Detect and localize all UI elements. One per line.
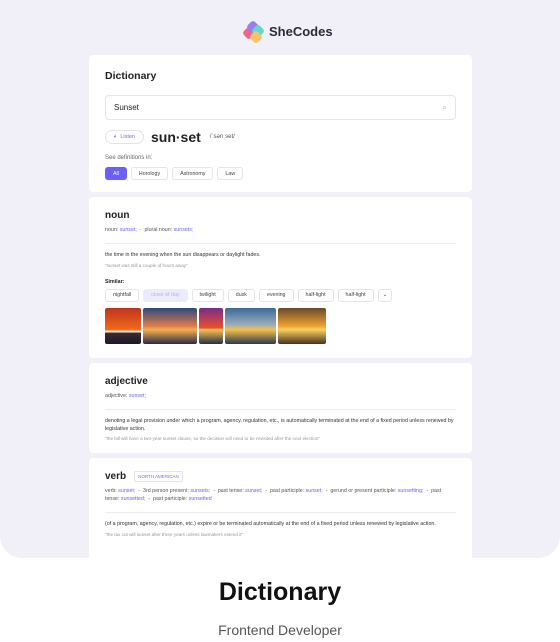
word-forms: verb: sunset; - 3rd person present: suns…	[105, 488, 442, 502]
example: "sunset was still a couple of hours away…	[105, 262, 188, 268]
sunset-image[interactable]	[278, 307, 326, 344]
form-link[interactable]: sunset;	[129, 393, 146, 399]
divider	[105, 511, 456, 513]
sunset-image[interactable]	[199, 307, 223, 344]
pos-heading: verb	[105, 471, 127, 482]
similar-label: Similar:	[105, 278, 125, 285]
project-title: Dictionary	[218, 578, 342, 606]
form-link[interactable]: sunsets;	[174, 227, 194, 233]
filter-all[interactable]: All	[105, 167, 127, 180]
headword: sun·set	[151, 129, 201, 145]
similar-chip[interactable]: half-light	[337, 288, 374, 302]
definition: denoting a legal provision under which a…	[105, 417, 454, 432]
search-card: Dictionary Sunset ⌕ 🔈︎ Listen sun·set /ˈs…	[89, 55, 472, 192]
form-link[interactable]: sunset;	[306, 488, 323, 494]
shecodes-logo-icon	[241, 19, 266, 45]
form-link[interactable]: sunsetting;	[398, 488, 424, 494]
similar-chip[interactable]: evening	[258, 288, 294, 302]
chevron-down-icon[interactable]: ⌄	[377, 288, 393, 302]
similar-chip[interactable]: dusk	[227, 288, 255, 302]
form-label: past tense:	[217, 488, 244, 494]
form-label: 3rd person present:	[143, 488, 189, 494]
search-input[interactable]: Sunset ⌕	[105, 95, 456, 120]
divider	[105, 408, 456, 410]
speaker-icon: 🔈︎	[114, 133, 118, 140]
example: "the tax cut will sunset after three yea…	[105, 531, 244, 537]
filter-astronomy[interactable]: Astronomy	[172, 167, 214, 180]
region-badge: NORTH AMERICAN	[134, 471, 183, 482]
form-link[interactable]: sunset;	[245, 488, 262, 494]
phonetic: /ˈsənˌset/	[209, 134, 235, 140]
similar-chip[interactable]: half-light	[297, 288, 334, 302]
form-link[interactable]: sunsets;	[190, 488, 210, 494]
form-label: plural noun:	[144, 227, 173, 233]
form-label: verb:	[105, 488, 117, 494]
brand-logo: SheCodes	[241, 19, 333, 45]
form-label: noun:	[105, 227, 119, 233]
listen-button[interactable]: 🔈︎ Listen	[105, 130, 144, 144]
form-label: past participle:	[153, 495, 188, 502]
word-forms: noun: sunset; - plural noun: sunsets;	[105, 227, 194, 233]
project-subtitle: Frontend Developer	[218, 622, 342, 638]
pos-heading: noun	[105, 210, 130, 221]
sunset-image[interactable]	[143, 307, 197, 344]
adjective-card: adjective adjective: sunset; denoting a …	[89, 363, 472, 453]
form-link[interactable]: sunset;	[120, 227, 137, 233]
similar-chip[interactable]: twilight	[191, 288, 224, 302]
form-link[interactable]: sunsetted;	[121, 496, 145, 502]
sunset-image[interactable]	[105, 307, 141, 344]
definition: the time in the evening when the sun dis…	[105, 251, 261, 258]
form-link[interactable]: sunset;	[118, 488, 135, 494]
similar-chip[interactable]: close of day	[143, 288, 188, 302]
pos-heading: adjective	[105, 376, 148, 387]
app-stage: SheCodes Dictionary Sunset ⌕ 🔈︎ Listen su…	[0, 0, 560, 558]
search-icon[interactable]: ⌕	[442, 102, 447, 113]
form-label: past participle:	[269, 488, 305, 494]
form-label: adjective:	[105, 393, 128, 399]
word-forms: adjective: sunset;	[105, 393, 456, 401]
form-label: gerund or present participle:	[330, 488, 397, 494]
listen-label: Listen	[120, 134, 135, 140]
form-link[interactable]: sunsetted	[189, 496, 212, 502]
divider	[105, 242, 456, 244]
similar-chip[interactable]: nightfall	[105, 288, 140, 302]
filter-horology[interactable]: Horology	[130, 167, 169, 180]
see-definitions-label: See definitions in:	[105, 155, 153, 161]
search-value: Sunset	[114, 103, 139, 112]
definition: (of a program, agency, regulation, etc.)…	[105, 520, 436, 527]
page-title: Dictionary	[105, 70, 157, 82]
filter-law[interactable]: Law	[217, 167, 244, 180]
verb-card: verb NORTH AMERICAN verb: sunset; - 3rd p…	[89, 458, 472, 558]
noun-card: noun noun: sunset; - plural noun: sunset…	[89, 197, 472, 358]
brand-name: SheCodes	[269, 23, 333, 39]
sunset-image[interactable]	[225, 307, 276, 344]
example: "the bill will have a two-year sunset cl…	[105, 436, 320, 442]
